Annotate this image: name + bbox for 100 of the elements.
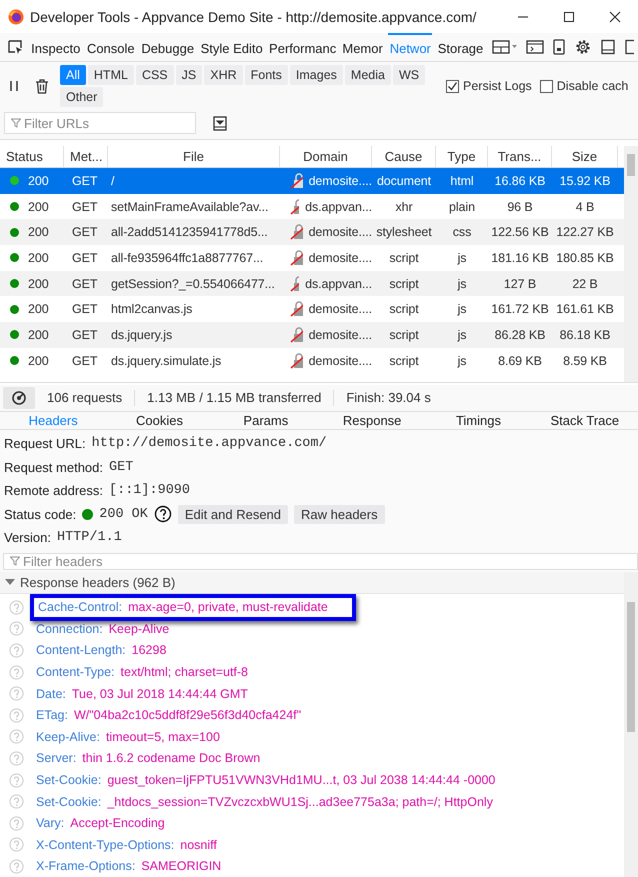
transferred-cell-text: 122.56 KB: [490, 225, 550, 240]
header-value: timeout=5, max=100: [106, 730, 220, 744]
checkbox[interactable]: [540, 80, 553, 92]
type-filter-button[interactable]: WS: [392, 65, 426, 85]
stopwatch-icon: [11, 390, 27, 406]
type-filter-button[interactable]: JS: [176, 65, 202, 85]
domain-cell: ds.appvan...: [305, 200, 372, 214]
request-row[interactable]: 200 GET all-2add5141235941778d5... demosite.... stylesheet css 122.56 KB 122.27 KB: [0, 219, 624, 246]
action-button[interactable]: Edit and Resend: [178, 504, 288, 524]
status-code: 200: [28, 250, 49, 265]
checkbox-label: Disable cach: [556, 79, 628, 93]
request-row[interactable]: 200 GET / demosite.... document html 16.86 KB 15.92 KB: [0, 168, 624, 194]
trash-icon: [35, 78, 49, 94]
request-row[interactable]: 200 GET ds.jquery.js demosite.... script js 86.28 KB 86.18 KB: [0, 322, 624, 348]
type-filter-button[interactable]: Media: [344, 65, 391, 85]
column-header[interactable]: File: [108, 146, 280, 167]
scrollbar[interactable]: [624, 146, 638, 382]
header-name: Keep-Alive:: [36, 730, 100, 744]
column-header[interactable]: Size: [552, 146, 618, 167]
pause-icon: [9, 80, 19, 92]
method-cell-text: GET: [71, 354, 98, 368]
method-cell-text: GET: [71, 250, 98, 265]
header-name: Server:: [36, 751, 76, 766]
file-cell-text: all-2add5141235941778d5...: [110, 225, 269, 240]
devtools-tab[interactable]: Console: [84, 33, 136, 61]
request-row[interactable]: 200 GET ds.jquery.simulate.js demosite.... script js 8.69 KB 8.59 KB: [0, 348, 624, 374]
action-button[interactable]: Raw headers: [294, 504, 385, 524]
devtools-tab[interactable]: Style Edito: [198, 33, 264, 61]
status-code: 200: [28, 302, 49, 316]
column-header[interactable]: Domain: [280, 146, 372, 167]
header-value: thin 1.6.2 codename Doc Brown: [82, 751, 260, 766]
column-header[interactable]: Type: [436, 146, 488, 167]
devtools-tab[interactable]: Memor: [340, 33, 384, 61]
section-title: Response headers (962 B): [20, 574, 176, 590]
request-row[interactable]: 200 GET setMainFrameAvailable?av... ds.appvan... xhr plain 96 B 4 B: [0, 194, 624, 220]
type-filter-button[interactable]: Images: [290, 65, 343, 85]
detail-tab[interactable]: Timings: [425, 412, 532, 429]
insecure-lock-icon: [290, 224, 303, 240]
type-filter-button[interactable]: HTML: [88, 65, 134, 85]
field-label: Remote address:: [4, 483, 103, 498]
devtools-tab[interactable]: Performanc: [267, 33, 336, 61]
cause-cell-text: xhr: [394, 200, 414, 214]
type-filter-button[interactable]: All: [60, 65, 86, 85]
header-name: Set-Cookie:: [36, 794, 102, 809]
type-filter-button[interactable]: CSS: [136, 65, 174, 85]
size-cell-text: 122.27 KB: [555, 225, 615, 240]
request-row[interactable]: 200 GET html2canvas.js demosite.... script js 161.72 KB 161.61 KB: [0, 296, 624, 322]
type-filter-button[interactable]: Fonts: [244, 65, 288, 85]
field-value: http://demosite.appvance.com/: [92, 436, 327, 452]
file-cell-text: all-fe935964ffc1a8877767...: [110, 250, 264, 265]
domain-cell: demosite....: [308, 250, 372, 265]
type-filter-button[interactable]: Other: [60, 87, 104, 107]
file-cell-text: getSession?_=0.554066477...: [110, 276, 276, 291]
header-value: SAMEORIGIN: [141, 859, 222, 874]
header-value: _htdocs_session=TVZvczcxbWU1Sj...ad3ee775a3a; path=/; HttpOnly: [107, 794, 493, 809]
checkbox[interactable]: [446, 80, 459, 92]
cause-cell-text: script: [388, 354, 420, 368]
method-cell-text: GET: [71, 174, 98, 188]
transferred-cell-text: 127 B: [502, 276, 538, 291]
cause-cell-text: script: [388, 250, 420, 265]
filter-urls-field[interactable]: Filter URLs: [24, 116, 184, 130]
detail-tab[interactable]: Params: [212, 412, 319, 429]
detail-tab[interactable]: Response: [318, 412, 426, 429]
maximize-icon: [563, 10, 575, 22]
devtools-tab[interactable]: Inspecto: [29, 33, 81, 61]
insecure-lock-icon: [290, 172, 303, 189]
performance-button[interactable]: [3, 387, 35, 409]
element-picker-icon: [6, 39, 24, 55]
detail-tab[interactable]: Cookies: [106, 412, 213, 429]
status-code: 200: [28, 328, 49, 342]
request-row[interactable]: 200 GET getSession?_=0.554066477... ds.appvan... script js 127 B 22 B: [0, 270, 624, 296]
column-header[interactable]: Cause: [372, 146, 436, 167]
field-value: 200 OK: [99, 506, 148, 522]
filter-urls-field[interactable]: Filter URLs: [4, 112, 196, 134]
domain-cell: ds.appvan...: [305, 276, 372, 291]
cause-cell-text: script: [388, 276, 420, 291]
field-value: HTTP/1.1: [56, 530, 122, 546]
scrollbar[interactable]: [624, 572, 638, 877]
column-header[interactable]: Met...: [64, 146, 108, 167]
cause-cell-text: stylesheet: [375, 225, 433, 240]
detail-tab[interactable]: Stack Trace: [532, 412, 638, 429]
header-value: Keep-Alive: [108, 622, 170, 636]
size-cell-text: 15.92 KB: [558, 174, 612, 188]
size-cell-text: 86.18 KB: [558, 328, 612, 342]
dock-side-icon: [624, 39, 634, 55]
devtools-tab[interactable]: Storage: [436, 33, 484, 61]
help-icon[interactable]: [154, 505, 172, 524]
domain-cell: demosite....: [308, 225, 372, 240]
header-name: Cache-Control:: [38, 600, 122, 614]
column-header[interactable]: Trans...: [488, 146, 552, 167]
devtools-tab[interactable]: Debugge: [139, 33, 195, 61]
cause-cell-text: script: [388, 302, 420, 316]
request-row[interactable]: 200 GET all-fe935964ffc1a8877767... demosite.... script js 181.16 KB 180.85 KB: [0, 245, 624, 271]
method-cell-text: GET: [71, 225, 98, 240]
type-filter-button[interactable]: XHR: [204, 65, 243, 85]
status-code: 200: [28, 174, 49, 188]
column-header[interactable]: Status: [0, 146, 64, 167]
type-cell-text: js: [456, 250, 468, 265]
status-code: 200: [28, 200, 49, 214]
type-cell-text: js: [456, 354, 468, 368]
